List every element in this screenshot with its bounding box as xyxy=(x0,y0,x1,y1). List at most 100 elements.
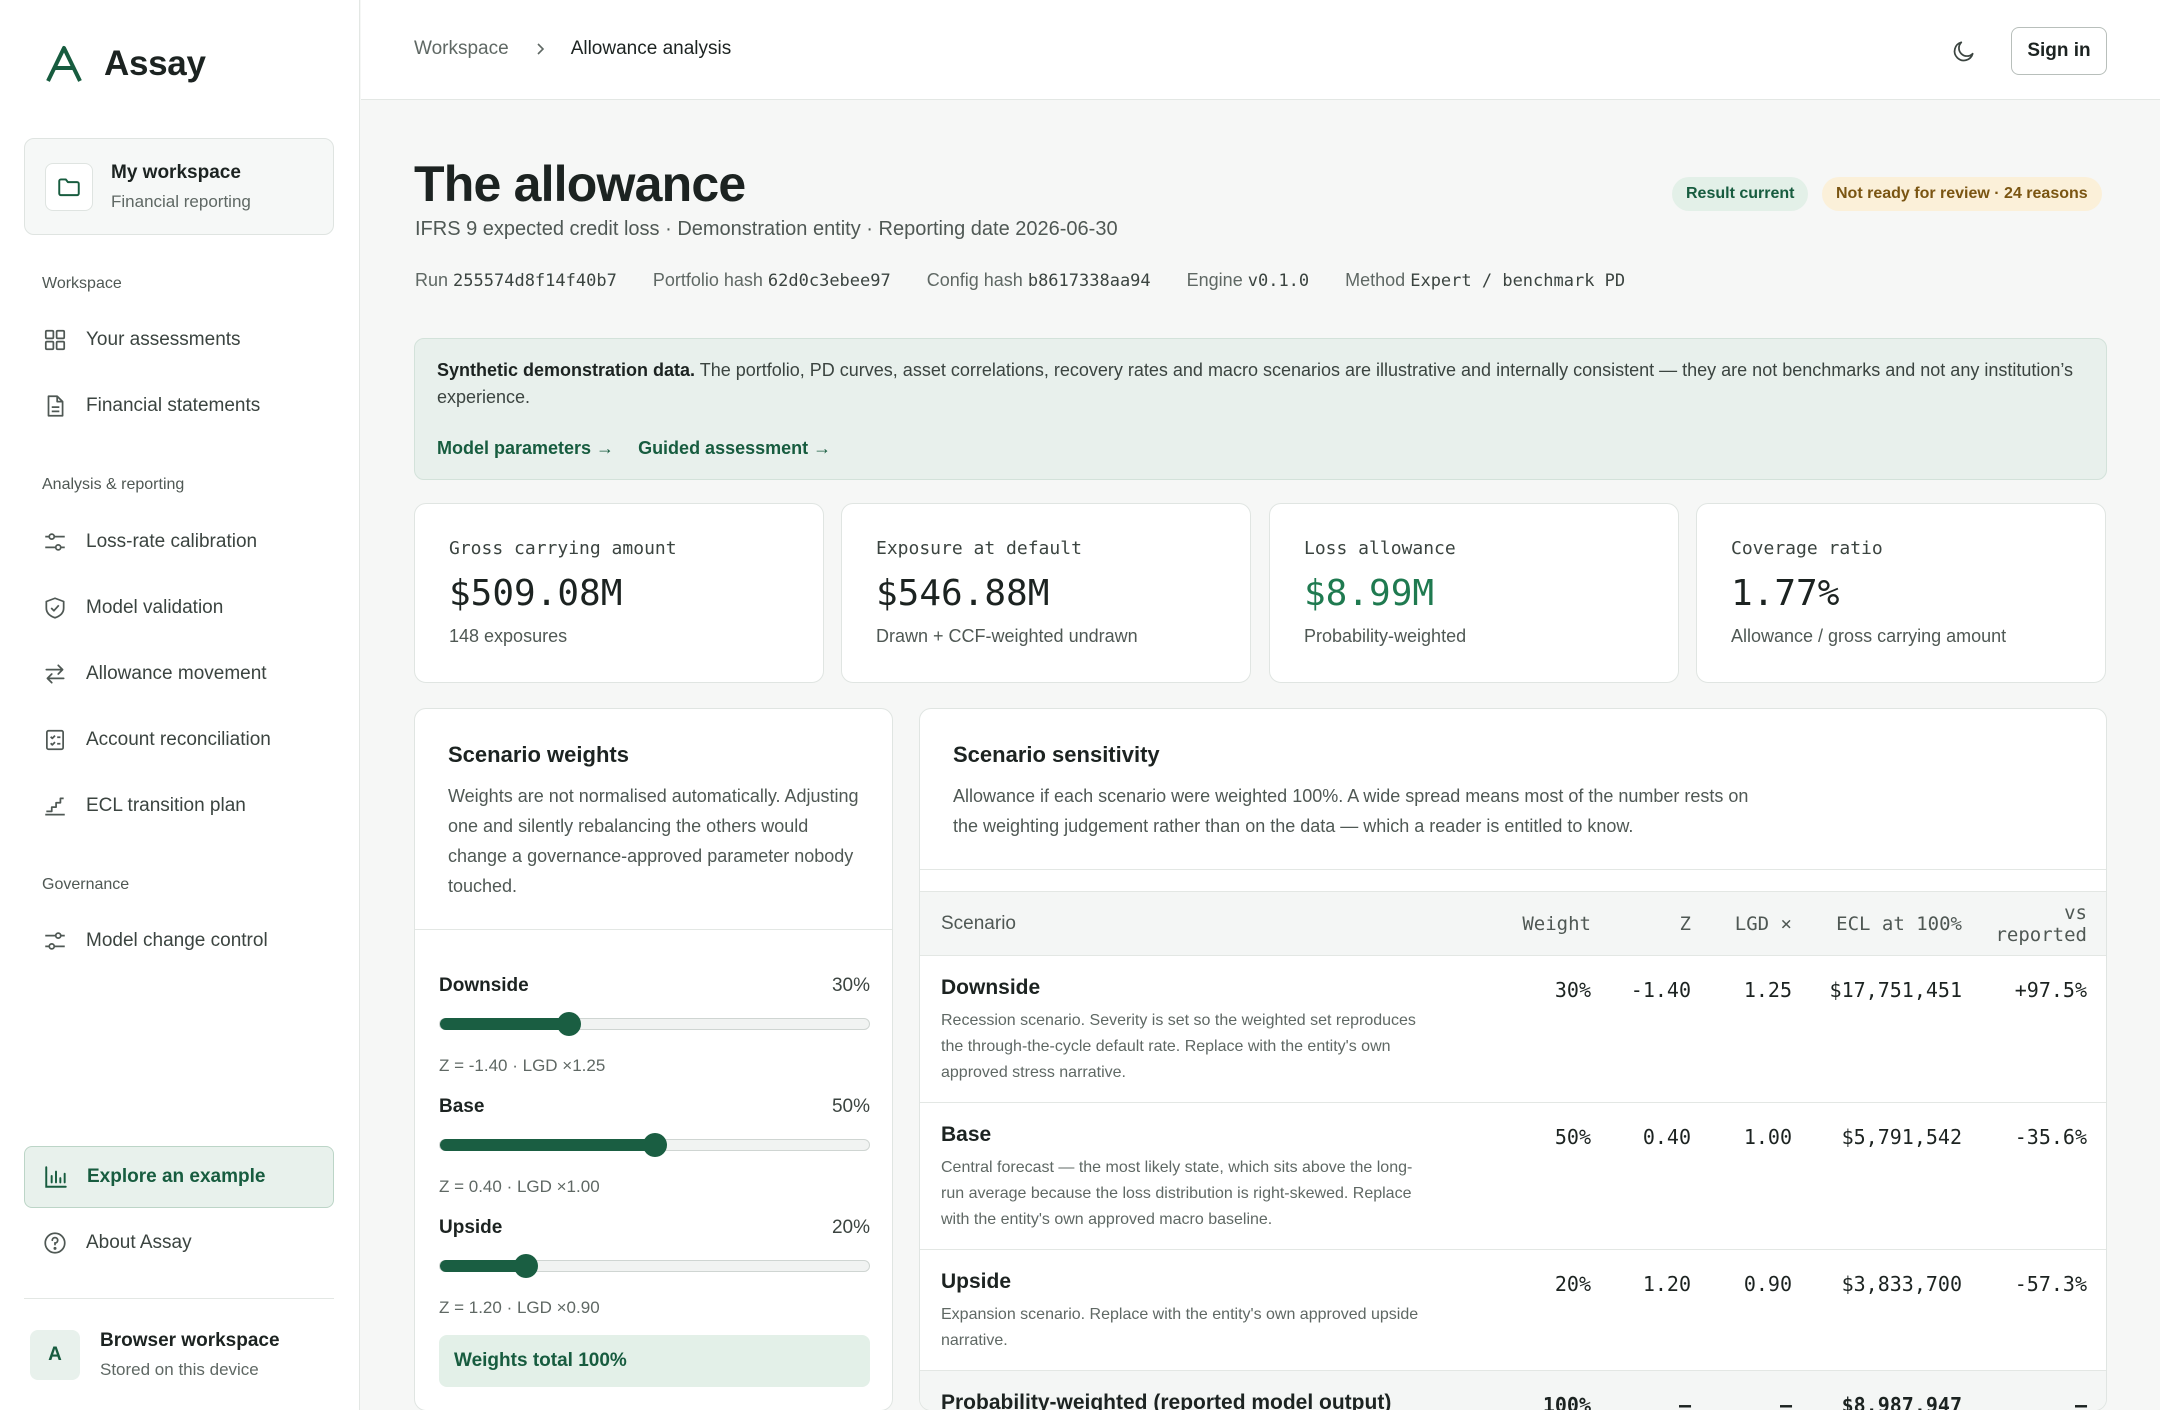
sidebar-item-model-change-control[interactable]: Model change control xyxy=(24,914,334,968)
vs-reported-cell: — xyxy=(1962,1370,2106,1410)
kpi-loss-allowance: Loss allowance $8.99M Probability-weight… xyxy=(1269,503,1679,683)
shield-check-icon xyxy=(45,597,65,619)
status-badge-current: Result current xyxy=(1672,177,1809,211)
sidebar-item-your-assessments[interactable]: Your assessments xyxy=(24,313,334,367)
ecl-cell: $8,987,947 xyxy=(1792,1370,1962,1410)
run-metadata: Run 255574d8f14f40b7 Portfolio hash 62d0… xyxy=(415,270,1625,291)
slider-label: Base xyxy=(439,1096,485,1117)
scenario-name: Upside xyxy=(941,1270,1012,1293)
kpi-exposure-at-default: Exposure at default $546.88M Drawn + CCF… xyxy=(841,503,1251,683)
arrows-exchange-icon xyxy=(45,664,65,684)
kpi-label: Coverage ratio xyxy=(1731,538,1883,559)
scenario-description: Expansion scenario. Replace with the ent… xyxy=(941,1306,1419,1349)
sidebar-item-financial-statements[interactable]: Financial statements xyxy=(24,379,334,433)
sidebar-divider xyxy=(24,1298,334,1299)
brand[interactable]: Assay xyxy=(44,44,206,84)
sidebar-item-label: Your assessments xyxy=(86,329,241,350)
divider xyxy=(920,869,2106,870)
workspace-switcher[interactable]: My workspace Financial reporting xyxy=(24,138,334,235)
bar-chart-icon xyxy=(45,1166,67,1188)
explore-example-button[interactable]: Explore an example xyxy=(24,1146,334,1208)
ecl-cell: $17,751,451 xyxy=(1792,955,1962,1103)
kpi-value: $509.08M xyxy=(449,573,623,614)
explore-label: Explore an example xyxy=(87,1166,266,1187)
slider-track[interactable] xyxy=(439,1012,870,1036)
sliders-icon xyxy=(45,533,65,551)
guided-assessment-link[interactable]: Guided assessment → xyxy=(638,438,831,459)
nav-section-workspace: Workspace xyxy=(42,275,122,292)
kpi-label: Loss allowance xyxy=(1304,538,1456,559)
user-subtitle: Stored on this device xyxy=(100,1360,259,1379)
sign-in-button[interactable]: Sign in xyxy=(2011,27,2107,75)
breadcrumb-workspace[interactable]: Workspace xyxy=(414,38,509,60)
user-title: Browser workspace xyxy=(100,1330,280,1351)
z-cell: 0.40 xyxy=(1591,1102,1691,1250)
sidebar-item-model-validation[interactable]: Model validation xyxy=(24,581,334,635)
weight-cell: 100% xyxy=(1460,1370,1591,1410)
app-name: Assay xyxy=(104,44,206,83)
meta-method: Method Expert / benchmark PD xyxy=(1345,270,1626,291)
scenario-name: Probability-weighted (reported model out… xyxy=(941,1391,1392,1410)
slider-track[interactable] xyxy=(439,1133,870,1157)
stairs-icon xyxy=(45,797,65,816)
meta-run: Run 255574d8f14f40b7 xyxy=(415,270,617,291)
table-header-row: Scenario Weight Z LGD × ECL at 100% vs r… xyxy=(920,891,2106,956)
model-parameters-link[interactable]: Model parameters → xyxy=(437,438,614,459)
slider-track[interactable] xyxy=(439,1254,870,1278)
breadcrumb: Workspace Allowance analysis xyxy=(414,38,731,60)
assay-logo-icon xyxy=(46,46,82,82)
topbar: Workspace Allowance analysis Sign in xyxy=(361,0,2160,100)
slider-upside: Upside 20% Z = 1.20 · LGD ×0.90 xyxy=(439,1217,870,1318)
slider-handle[interactable] xyxy=(513,1254,538,1278)
page-title: The allowance xyxy=(414,156,746,212)
synthetic-data-notice: Synthetic demonstration data. The portfo… xyxy=(414,338,2107,480)
meta-engine: Engine v0.1.0 xyxy=(1186,270,1310,291)
sidebar-item-account-reconciliation[interactable]: Account reconciliation xyxy=(24,713,334,767)
slider-label: Downside xyxy=(439,975,529,996)
help-circle-icon xyxy=(44,1232,66,1254)
chevron-right-icon xyxy=(537,43,544,55)
weight-cell: 30% xyxy=(1460,955,1591,1103)
kpi-note: 148 exposures xyxy=(449,626,568,646)
vs-reported-cell: -57.3% xyxy=(1962,1249,2106,1371)
scenario-description: Central forecast — the most likely state… xyxy=(941,1159,1413,1228)
lgd-cell: 1.25 xyxy=(1691,955,1792,1103)
slider-downside: Downside 30% Z = -1.40 · LGD ×1.25 xyxy=(439,975,870,1076)
sidebar-item-loss-rate-calibration[interactable]: Loss-rate calibration xyxy=(24,515,334,569)
breadcrumb-current: Allowance analysis xyxy=(570,38,732,59)
scenario-sensitivity-panel: Scenario sensitivity Allowance if each s… xyxy=(919,708,2107,1410)
workspace-title: My workspace xyxy=(111,161,241,183)
sidebar-item-label: Loss-rate calibration xyxy=(86,531,258,552)
column-header: Weight xyxy=(1460,891,1591,956)
sidebar-item-ecl-transition-plan[interactable]: ECL transition plan xyxy=(24,779,334,833)
notice-text: Synthetic demonstration data. The portfo… xyxy=(437,360,2074,407)
browser-workspace[interactable]: A Browser workspace Stored on this devic… xyxy=(30,1330,280,1380)
sidebar-item-allowance-movement[interactable]: Allowance movement xyxy=(24,647,334,701)
slider-fill xyxy=(440,1260,526,1272)
sidebar-item-label: Account reconciliation xyxy=(86,729,271,750)
theme-toggle-button[interactable] xyxy=(1946,33,1982,69)
table-row: Downside Recession scenario. Severity is … xyxy=(920,955,2106,1103)
kpi-value: 1.77% xyxy=(1731,573,1840,614)
z-cell: 1.20 xyxy=(1591,1249,1691,1371)
panel-description: Allowance if each scenario were weighted… xyxy=(953,786,1749,836)
about-label: About Assay xyxy=(86,1232,192,1253)
kpi-gross-carrying-amount: Gross carrying amount $509.08M 148 expos… xyxy=(414,503,824,683)
sidebar-item-label: Allowance movement xyxy=(86,663,267,684)
kpi-note: Drawn + CCF-weighted undrawn xyxy=(876,626,1138,646)
slider-base: Base 50% Z = 0.40 · LGD ×1.00 xyxy=(439,1096,870,1197)
kpi-note: Probability-weighted xyxy=(1304,626,1467,646)
scenario-weights-panel: Scenario weights Weights are not normali… xyxy=(414,708,893,1410)
slider-handle[interactable] xyxy=(556,1012,581,1036)
panel-title: Scenario sensitivity xyxy=(953,742,1160,767)
meta-config-hash: Config hash b8617338aa94 xyxy=(926,270,1151,291)
checklist-icon xyxy=(46,729,64,751)
status-badge-review[interactable]: Not ready for review · 24 reasons xyxy=(1822,177,2102,211)
ecl-cell: $3,833,700 xyxy=(1792,1249,1962,1371)
weight-cell: 50% xyxy=(1460,1102,1591,1250)
slider-handle[interactable] xyxy=(642,1133,667,1157)
about-assay-link[interactable]: About Assay xyxy=(24,1216,334,1270)
slider-fill xyxy=(440,1139,655,1151)
folder-icon xyxy=(45,162,93,211)
moon-icon xyxy=(1953,41,1974,62)
